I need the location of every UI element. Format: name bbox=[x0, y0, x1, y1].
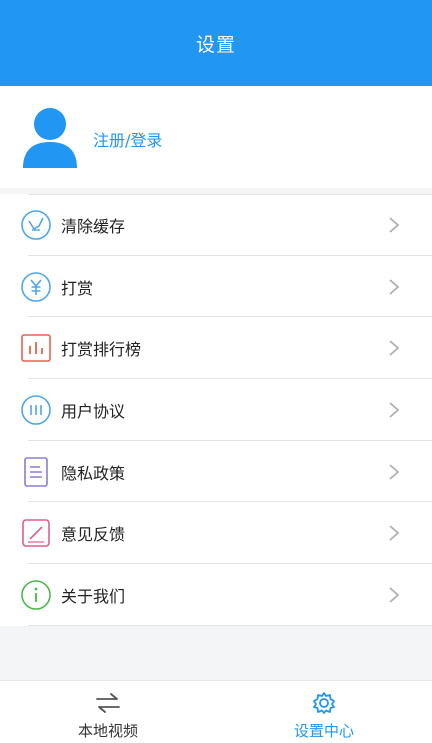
menu-item-reward[interactable]: 打赏 bbox=[0, 256, 432, 318]
menu-item-label: 意见反馈 bbox=[61, 525, 126, 545]
document-icon bbox=[24, 456, 48, 487]
chevron-right-icon bbox=[389, 463, 400, 480]
info-icon bbox=[21, 580, 51, 610]
tab-label: 设置中心 bbox=[293, 722, 354, 740]
tab-local-video[interactable]: 本地视频 bbox=[0, 681, 216, 743]
menu-item-label: 打赏排行榜 bbox=[61, 340, 142, 360]
page-title: 设置 bbox=[195, 33, 236, 56]
broom-clear-icon bbox=[21, 210, 51, 240]
menu-item-label: 清除缓存 bbox=[61, 216, 126, 236]
yen-coin-icon bbox=[21, 271, 51, 302]
menu-item-label: 关于我们 bbox=[61, 586, 126, 606]
menu-item-clear-cache[interactable]: 清除缓存 bbox=[0, 194, 432, 256]
chevron-right-icon bbox=[389, 217, 400, 233]
chevron-right-icon bbox=[389, 525, 400, 541]
menu-item-reward-ranking[interactable]: 打赏排行榜 bbox=[0, 317, 432, 379]
bottom-tab-bar: 本地视频 设置中心 bbox=[0, 680, 432, 743]
profile-section[interactable]: 注册/登录 bbox=[0, 86, 432, 188]
chevron-right-icon bbox=[389, 340, 400, 356]
edit-feedback-icon bbox=[22, 519, 50, 548]
register-login-link[interactable]: 注册/登录 bbox=[93, 127, 162, 151]
chevron-right-icon bbox=[389, 402, 400, 418]
settings-menu: 清除缓存 打赏 打赏排行榜 用户协议 隐私政策 意见反馈 关于我们 bbox=[0, 194, 432, 626]
tab-label: 本地视频 bbox=[77, 722, 138, 740]
menu-item-label: 隐私政策 bbox=[61, 463, 126, 483]
bar-chart-icon bbox=[21, 334, 51, 363]
menu-item-label: 用户协议 bbox=[61, 401, 126, 421]
menu-item-label: 打赏 bbox=[61, 278, 94, 298]
chevron-right-icon bbox=[389, 587, 400, 603]
gear-icon bbox=[313, 692, 335, 714]
agreement-icon bbox=[21, 395, 51, 425]
menu-item-privacy-policy[interactable]: 隐私政策 bbox=[0, 441, 432, 503]
menu-item-feedback[interactable]: 意见反馈 bbox=[0, 502, 432, 564]
title-bar: 设置 bbox=[0, 0, 432, 86]
menu-item-user-agreement[interactable]: 用户协议 bbox=[0, 379, 432, 441]
menu-item-about-us[interactable]: 关于我们 bbox=[0, 564, 432, 626]
user-avatar-icon[interactable] bbox=[21, 106, 79, 168]
chevron-right-icon bbox=[389, 278, 400, 295]
swap-arrows-icon bbox=[96, 693, 120, 713]
tab-settings-center[interactable]: 设置中心 bbox=[216, 681, 432, 743]
app-root: 设置 注册/登录 清除缓存 打赏 打赏排行榜 用户协议 隐私政策 意见反馈 关于… bbox=[0, 0, 432, 743]
